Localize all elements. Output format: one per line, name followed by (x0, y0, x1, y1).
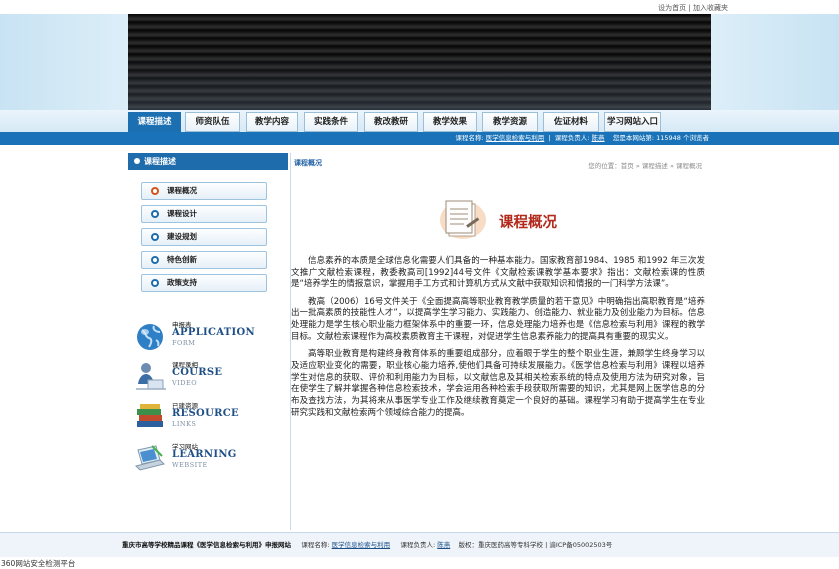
add-favorite-link[interactable]: 加入收藏夹 (693, 4, 728, 12)
tab-teaching-resources[interactable]: 教学资源 (482, 112, 538, 132)
footer-owner-label: 课程负责人: (400, 541, 436, 549)
tab-teaching-content[interactable]: 教学内容 (246, 112, 298, 132)
breadcrumb: 您的位置：首页 » 课程描述 » 课程概况 (588, 162, 702, 170)
tab-teaching-effect[interactable]: 教学效果 (423, 112, 477, 132)
footer: 重庆市高等学校精品课程《医学信息检索与利用》申报网站 课程名称: 医学信息检索与… (0, 532, 839, 557)
article-paragraph: 高等职业教育是构建终身教育体系的重要组成部分，应着眼于学生的整个职业生涯，兼顾学… (291, 349, 705, 418)
globe-icon (137, 324, 163, 350)
tab-course-description[interactable]: 课程描述 (128, 112, 181, 132)
owner-label: 课程负责人: (554, 134, 590, 142)
course-name-label: 课程名称: (455, 134, 484, 142)
bullet-icon (151, 256, 159, 264)
promo-sub: WEBSITE (172, 461, 208, 469)
top-links: 设为首页 | 加入收藏夹 (658, 3, 728, 13)
student-icon (136, 363, 166, 390)
article-body: 信息素养的本质是全球信息化需要人们具备的一种基本能力。国家教育部1984、198… (291, 256, 705, 425)
footer-text: 重庆市高等学校精品课程《医学信息检索与利用》申报网站 课程名称: 医学信息检索与… (122, 533, 612, 558)
sidebar-item-label: 建设规划 (167, 232, 197, 241)
tab-learning-site[interactable]: 学习网站入口 (604, 112, 661, 132)
promo-sub: FORM (172, 339, 196, 347)
footer-owner-link[interactable]: 陈燕 (437, 541, 450, 549)
document-icon (440, 200, 486, 239)
tab-supporting-materials[interactable]: 佐证材料 (543, 112, 599, 132)
promo-en: RESOURCE (172, 408, 239, 419)
banner (0, 14, 839, 110)
course-info-text: 课程名称: 医学信息检索与利用 | 课程负责人: 陈燕 您是本网站第: 1159… (455, 134, 709, 142)
footer-site-name: 重庆市高等学校精品课程《医学信息检索与利用》申报网站 (122, 541, 291, 549)
main-nav: 课程描述 师资队伍 教学内容 实践条件 教改教研 教学效果 教学资源 佐证材料 … (0, 110, 839, 132)
sidebar-item-label: 课程概况 (167, 186, 197, 195)
visitor-label: 您是本网站第: (612, 134, 655, 142)
sidebar-item-label: 政策支持 (167, 278, 197, 287)
top-bar: 设为首页 | 加入收藏夹 (0, 0, 839, 14)
promo-resource-links[interactable]: 已建资源 RESOURCE LINKS (128, 397, 288, 441)
sidebar-item-policy-support[interactable]: 政策支持 (141, 274, 267, 292)
bullet-icon (151, 279, 159, 287)
promo-course-video[interactable]: 课程录相 COURSE VIDEO (128, 356, 288, 400)
course-name-link[interactable]: 医学信息检索与利用 (486, 134, 545, 142)
promo-application-form[interactable]: 申报表 APPLICATION FORM (128, 316, 288, 360)
bullet-icon (151, 233, 159, 241)
sidebar: 课程描述 课程概况 课程设计 建设规划 特色创新 政策支持 申报表 APPLIC… (128, 153, 288, 530)
tab-practice-conditions[interactable]: 实践条件 (304, 112, 358, 132)
sidebar-item-innovation[interactable]: 特色创新 (141, 251, 267, 269)
page-title: 课程概况 (499, 215, 557, 231)
top-links-divider: | (688, 4, 691, 12)
article-paragraph: 教高（2006）16号文件关于《全面提高高等职业教育教学质量的若干意见》中明确指… (291, 296, 705, 342)
promo-en: APPLICATION (172, 327, 255, 338)
owner-link[interactable]: 陈燕 (592, 134, 605, 142)
footer-rights: 版权：重庆医药高等专科学校 | 渝ICP备05002503号 (458, 541, 613, 549)
tab-teaching-reform[interactable]: 教改教研 (364, 112, 418, 132)
promo-sub: VIDEO (172, 379, 198, 387)
main-content: 课程概况 您的位置：首页 » 课程描述 » 课程概况 课程概况 信息素养的本质是… (290, 153, 713, 530)
visitor-count: 115948 (656, 134, 681, 142)
sidebar-item-course-overview[interactable]: 课程概况 (141, 182, 267, 200)
sidebar-item-label: 课程设计 (167, 209, 197, 218)
footer-course-label: 课程名称: (301, 541, 330, 549)
section-label: 课程概况 (294, 159, 322, 167)
footer-course-link[interactable]: 医学信息检索与利用 (332, 541, 391, 549)
promo-sub: LINKS (172, 420, 197, 428)
course-info-bar: 课程名称: 医学信息检索与利用 | 课程负责人: 陈燕 您是本网站第: 1159… (0, 132, 839, 145)
books-icon (137, 404, 163, 427)
bullet-icon (151, 187, 159, 195)
laptop-icon (135, 445, 165, 471)
sidebar-item-construction-plan[interactable]: 建设规划 (141, 228, 267, 246)
bullet-icon (151, 210, 159, 218)
sidebar-item-label: 特色创新 (167, 255, 197, 264)
set-homepage-link[interactable]: 设为首页 (658, 4, 686, 12)
tab-faculty[interactable]: 师资队伍 (185, 112, 240, 132)
promo-en: COURSE (172, 367, 223, 378)
security-check-link[interactable]: 360网站安全检测平台 (1, 558, 75, 569)
promo-learning-website[interactable]: 学习网站 LEARNING WEBSITE (128, 438, 288, 482)
banner-image (128, 14, 711, 110)
promo-en: LEARNING (172, 449, 237, 460)
visitor-suffix: 个浏览者 (683, 134, 709, 142)
article-paragraph: 信息素养的本质是全球信息化需要人们具备的一种基本能力。国家教育部1984、198… (291, 256, 705, 290)
sidebar-title: 课程描述 (128, 153, 288, 170)
sidebar-item-course-design[interactable]: 课程设计 (141, 205, 267, 223)
